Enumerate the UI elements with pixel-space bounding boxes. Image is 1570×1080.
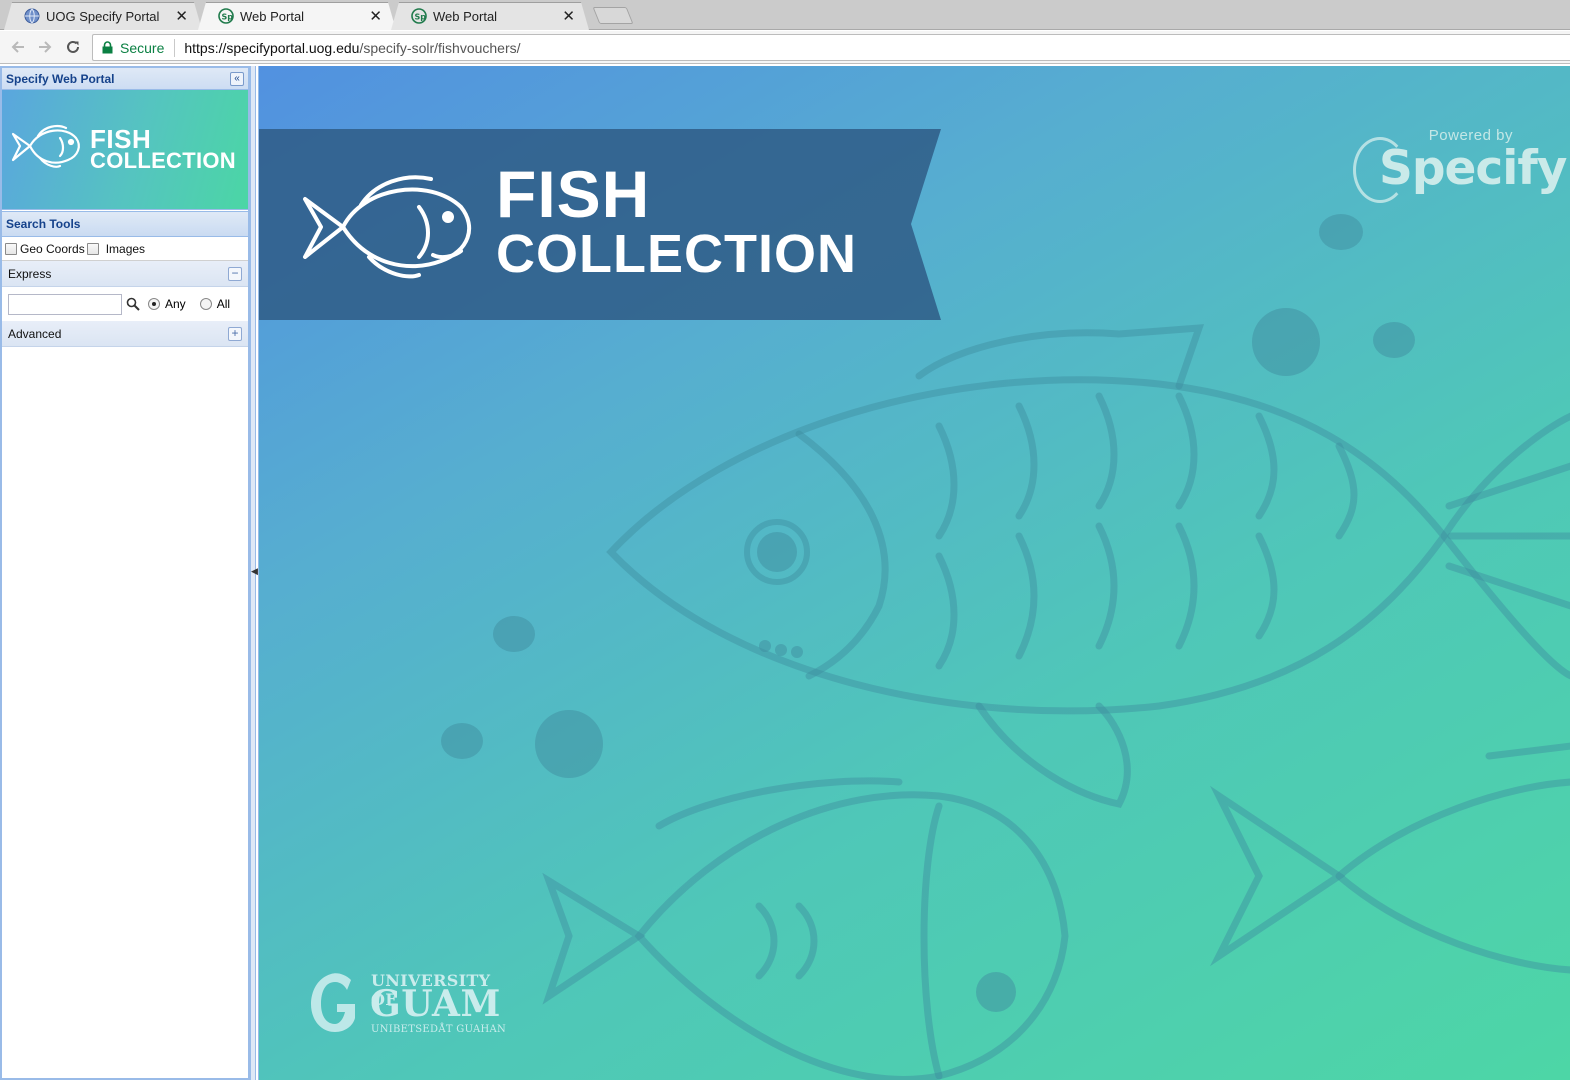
arrow-right-icon xyxy=(39,41,52,53)
close-tab-icon[interactable]: ✕ xyxy=(562,7,575,25)
advanced-title: Advanced xyxy=(8,326,62,341)
images-checkbox[interactable] xyxy=(86,242,99,255)
address-bar[interactable]: Secure https://specifyportal.uog.edu/spe… xyxy=(92,34,1570,61)
sidebar-banner: FISH COLLECTION xyxy=(2,90,248,210)
match-all-label: All xyxy=(216,297,231,311)
collapse-express-button[interactable]: − xyxy=(228,267,242,281)
advanced-section-header[interactable]: Advanced + xyxy=(2,321,248,347)
banner-title-collection: COLLECTION xyxy=(496,224,857,284)
university-of-guam-logo: UNIVERSITY OF GUAM UNIBETSEDÅT GUAHAN xyxy=(307,968,507,1038)
uog-line-3: UNIBETSEDÅT GUAHAN xyxy=(371,1024,507,1035)
back-button[interactable] xyxy=(6,35,30,59)
search-button[interactable] xyxy=(123,294,143,315)
express-section-header[interactable]: Express − xyxy=(2,261,248,287)
collapse-arrow-icon[interactable]: ◀ xyxy=(251,566,258,577)
new-tab-button[interactable] xyxy=(592,7,634,24)
match-any-radio[interactable] xyxy=(148,298,160,310)
images-label: Images xyxy=(105,241,146,256)
secure-label: Secure xyxy=(120,39,165,56)
panel-splitter[interactable]: ◀ xyxy=(250,66,258,1080)
tab-title: Web Portal xyxy=(240,8,305,24)
uog-line-2: GUAM xyxy=(370,983,501,1025)
browser-tab-web-portal-active[interactable]: Sp Web Portal ✕ xyxy=(198,2,396,30)
arrow-left-icon xyxy=(11,41,24,53)
sidebar-banner-collection: COLLECTION xyxy=(90,148,236,173)
express-search-input[interactable] xyxy=(8,293,122,315)
uog-g-emblem-icon xyxy=(311,973,355,1032)
tab-title: Web Portal xyxy=(433,8,498,24)
globe-icon xyxy=(24,8,40,24)
banner-title-fish: FISH xyxy=(496,157,651,231)
browser-tab-uog-specify-portal[interactable]: UOG Specify Portal ✕ xyxy=(4,2,202,30)
main-content: FISH COLLECTION Powered by Specify UNIVE… xyxy=(258,66,1570,1080)
fish-logo-icon xyxy=(11,125,80,168)
url-host: https://specifyportal.uog.edu xyxy=(184,39,360,56)
forward-button[interactable] xyxy=(33,35,57,59)
geo-coords-checkbox[interactable] xyxy=(5,242,17,255)
reload-button[interactable] xyxy=(61,35,85,59)
express-search-body: Any All xyxy=(2,287,248,321)
panel-title: Specify Web Portal xyxy=(6,71,115,86)
url-path: /specify-solr/fishvouchers/ xyxy=(359,39,521,56)
collection-title-banner: FISH COLLECTION xyxy=(259,129,941,320)
specify-icon: Sp xyxy=(218,8,234,24)
search-tools-title: Search Tools xyxy=(6,217,81,231)
close-tab-icon[interactable]: ✕ xyxy=(175,7,188,25)
magnifier-icon xyxy=(126,297,140,311)
geo-coords-label: Geo Coords xyxy=(20,241,85,256)
specify-icon: Sp xyxy=(411,8,427,24)
browser-toolbar: Secure https://specifyportal.uog.edu/spe… xyxy=(0,31,1570,64)
search-panel: Specify Web Portal « FISH COLLECTION Sea… xyxy=(0,66,250,1080)
svg-text:Sp: Sp xyxy=(415,13,427,22)
tab-title: UOG Specify Portal xyxy=(46,8,160,24)
specify-brand: Specify xyxy=(1379,141,1567,196)
search-tools-header: Search Tools xyxy=(2,211,248,237)
browser-tab-strip: UOG Specify Portal ✕ Sp Web Portal ✕ Sp … xyxy=(0,0,1570,30)
panel-header: Specify Web Portal « xyxy=(2,68,248,90)
match-any-label: Any xyxy=(165,297,186,311)
close-tab-icon[interactable]: ✕ xyxy=(369,7,382,25)
address-separator xyxy=(174,38,176,57)
browser-tab-web-portal[interactable]: Sp Web Portal ✕ xyxy=(391,2,589,30)
svg-text:Sp: Sp xyxy=(222,13,234,22)
collapse-panel-button[interactable]: « xyxy=(230,72,244,86)
reload-icon xyxy=(67,40,79,53)
lock-icon xyxy=(102,41,113,54)
express-title: Express xyxy=(8,266,52,281)
expand-advanced-button[interactable]: + xyxy=(228,327,242,341)
fish-logo-icon xyxy=(303,175,472,279)
search-options: Geo Coords Images xyxy=(2,237,248,261)
match-all-radio[interactable] xyxy=(199,298,212,310)
powered-by-specify-logo[interactable]: Powered by Specify xyxy=(1349,127,1567,207)
